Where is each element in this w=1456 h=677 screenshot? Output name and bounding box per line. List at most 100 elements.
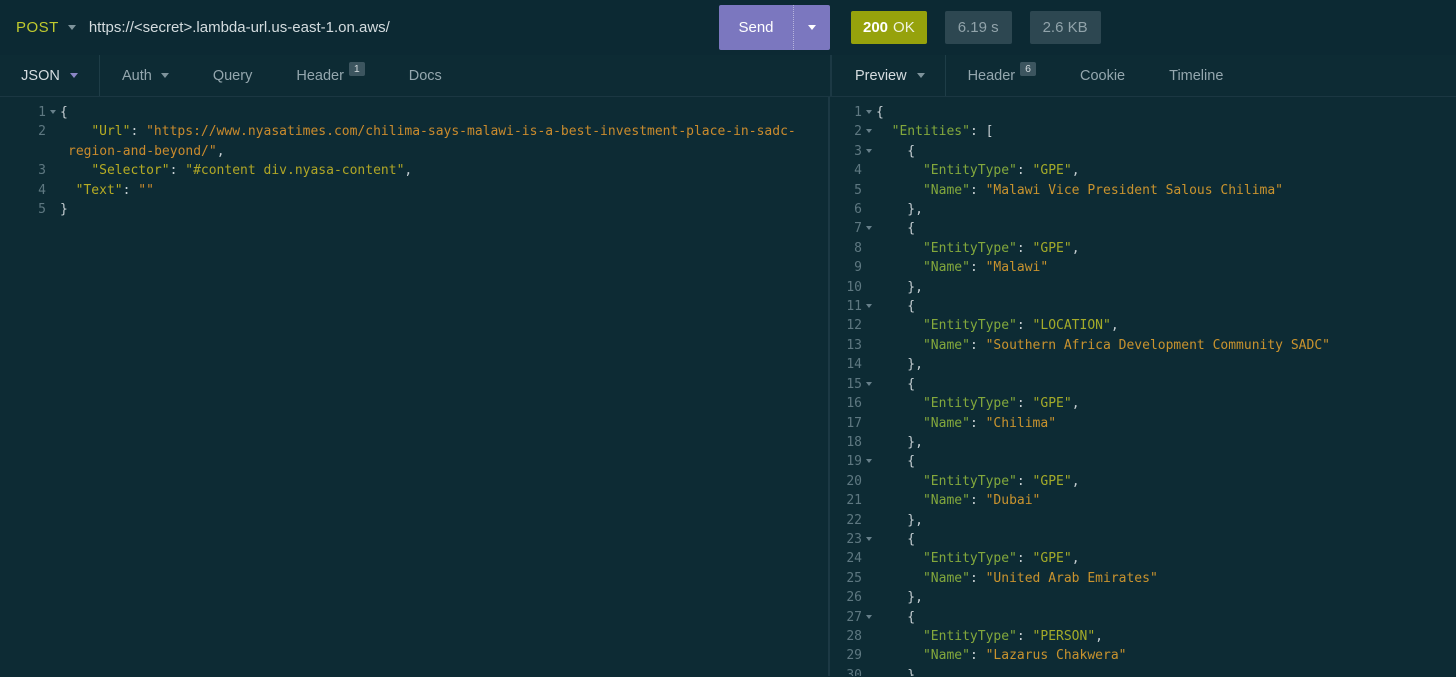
line-number: 13 [846, 337, 862, 353]
response-preview[interactable]: 1{2 "Entities": [3 {4 "EntityType": "GPE… [830, 97, 1456, 676]
tab-header-request[interactable]: Header 1 [274, 55, 386, 96]
fold-caret-icon[interactable] [866, 459, 872, 464]
chevron-down-icon [916, 73, 925, 78]
gutter-fold-column [862, 608, 876, 627]
code-line: 25 "Name": "United Arab Emirates" [830, 569, 1456, 588]
auth-label: Auth [122, 67, 152, 84]
fold-caret-icon[interactable] [866, 148, 872, 153]
line-number: 18 [846, 434, 862, 450]
line-number: 14 [846, 357, 862, 373]
tab-docs[interactable]: Docs [387, 55, 464, 96]
line-number: 7 [854, 221, 862, 237]
code-line: 9 "Name": "Malawi" [830, 258, 1456, 277]
code-line-content: { [876, 299, 916, 315]
gutter-fold-column [46, 200, 60, 219]
code-line-content: { [876, 376, 916, 392]
code-line-content: }, [876, 667, 923, 676]
fold-caret-icon[interactable] [866, 129, 872, 134]
fold-caret-icon[interactable] [866, 110, 872, 114]
gutter-fold-column [862, 316, 876, 335]
line-number: 2 [38, 124, 46, 140]
gutter-fold-column [46, 122, 60, 161]
gutter-fold-column [862, 414, 876, 433]
gutter-fold-column [862, 219, 876, 238]
tab-header-response[interactable]: Header 6 [946, 55, 1058, 96]
header-label: Header [967, 67, 1016, 84]
line-number: 3 [854, 143, 862, 159]
code-line-content: { [876, 609, 916, 625]
code-line: 15 { [830, 375, 1456, 394]
code-line: 28 "EntityType": "PERSON", [830, 627, 1456, 646]
chevron-down-icon [808, 25, 816, 30]
line-number: 3 [38, 163, 46, 179]
code-line: 30 }, [830, 666, 1456, 676]
gutter-fold-column [862, 181, 876, 200]
fold-caret-icon[interactable] [50, 110, 56, 114]
tab-preview-mode[interactable]: Preview [832, 55, 946, 96]
tab-timeline[interactable]: Timeline [1147, 55, 1245, 96]
line-number: 1 [38, 105, 46, 120]
code-line-content: }, [876, 590, 923, 606]
fold-caret-icon[interactable] [866, 304, 872, 309]
line-number: 10 [846, 279, 862, 295]
code-line: 11 { [830, 297, 1456, 316]
send-options-button[interactable] [793, 5, 830, 50]
line-number: 15 [846, 376, 862, 392]
code-line-content: "Name": "Dubai" [922, 493, 1041, 509]
url-input[interactable]: https://<secret>.lambda-url.us-east-1.on… [89, 19, 719, 36]
code-line-content: }, [876, 434, 923, 450]
gutter-fold-column [862, 258, 876, 277]
preview-mode-label: Preview [855, 67, 907, 84]
line-number: 23 [846, 531, 862, 547]
fold-caret-icon[interactable] [866, 381, 872, 386]
gutter-fold-column [862, 530, 876, 549]
code-line: 22 }, [830, 511, 1456, 530]
request-tab-bar: JSON Auth Query Header 1 Docs [0, 55, 830, 96]
code-line: 7 { [830, 219, 1456, 238]
code-line: 4 "EntityType": "GPE", [830, 161, 1456, 180]
response-meta-bar: 200 OK 6.19 s 2.6 KB [830, 0, 1456, 55]
tab-cookie[interactable]: Cookie [1058, 55, 1147, 96]
code-line: 5 "Name": "Malawi Vice President Salous … [830, 181, 1456, 200]
code-line-content: }, [876, 202, 923, 218]
line-number: 16 [846, 396, 862, 412]
fold-caret-icon[interactable] [866, 536, 872, 541]
code-line: 17 "Name": "Chilima" [830, 414, 1456, 433]
gutter-fold-column [862, 355, 876, 374]
code-line-content: { [876, 143, 916, 159]
line-number: 22 [846, 512, 862, 528]
method-dropdown[interactable]: POST [0, 19, 76, 36]
line-number: 19 [846, 454, 862, 470]
line-number: 20 [846, 473, 862, 489]
code-line: 24 "EntityType": "GPE", [830, 549, 1456, 568]
code-line: 4 "Text": "" [0, 181, 828, 200]
send-button[interactable]: Send [719, 5, 793, 50]
code-line-content: "Name": "Southern Africa Development Com… [922, 337, 1330, 353]
fold-caret-icon[interactable] [866, 226, 872, 231]
code-line: 27 { [830, 608, 1456, 627]
gutter-fold-column [862, 433, 876, 452]
code-line-content: "EntityType": "GPE", [922, 551, 1080, 567]
code-line-content: "Text": "" [75, 182, 154, 198]
tab-body-type[interactable]: JSON [0, 55, 100, 96]
code-line: 14 }, [830, 355, 1456, 374]
fold-caret-icon[interactable] [866, 614, 872, 619]
gutter-fold-column [862, 491, 876, 510]
gutter-fold-column [862, 627, 876, 646]
timeline-label: Timeline [1169, 67, 1224, 84]
code-line-content: "Name": "Malawi" [922, 260, 1049, 276]
chevron-down-icon [69, 73, 78, 78]
tab-auth[interactable]: Auth [100, 55, 191, 96]
line-number: 5 [854, 182, 862, 198]
line-number: 6 [854, 202, 862, 218]
code-line-content: } [60, 202, 68, 218]
code-line-content: "Name": "Malawi Vice President Salous Ch… [922, 182, 1284, 198]
header-label: Header [296, 67, 344, 84]
code-line-content: }, [876, 357, 923, 373]
code-line: 8 "EntityType": "GPE", [830, 239, 1456, 258]
code-line-content: "Name": "Lazarus Chakwera" [922, 648, 1127, 664]
request-body-editor[interactable]: 1{2 "Url": "https://www.nyasatimes.com/c… [0, 97, 830, 676]
code-line-content: "Name": "Chilima" [922, 415, 1057, 431]
tab-query[interactable]: Query [191, 55, 275, 96]
gutter-fold-column [862, 122, 876, 141]
